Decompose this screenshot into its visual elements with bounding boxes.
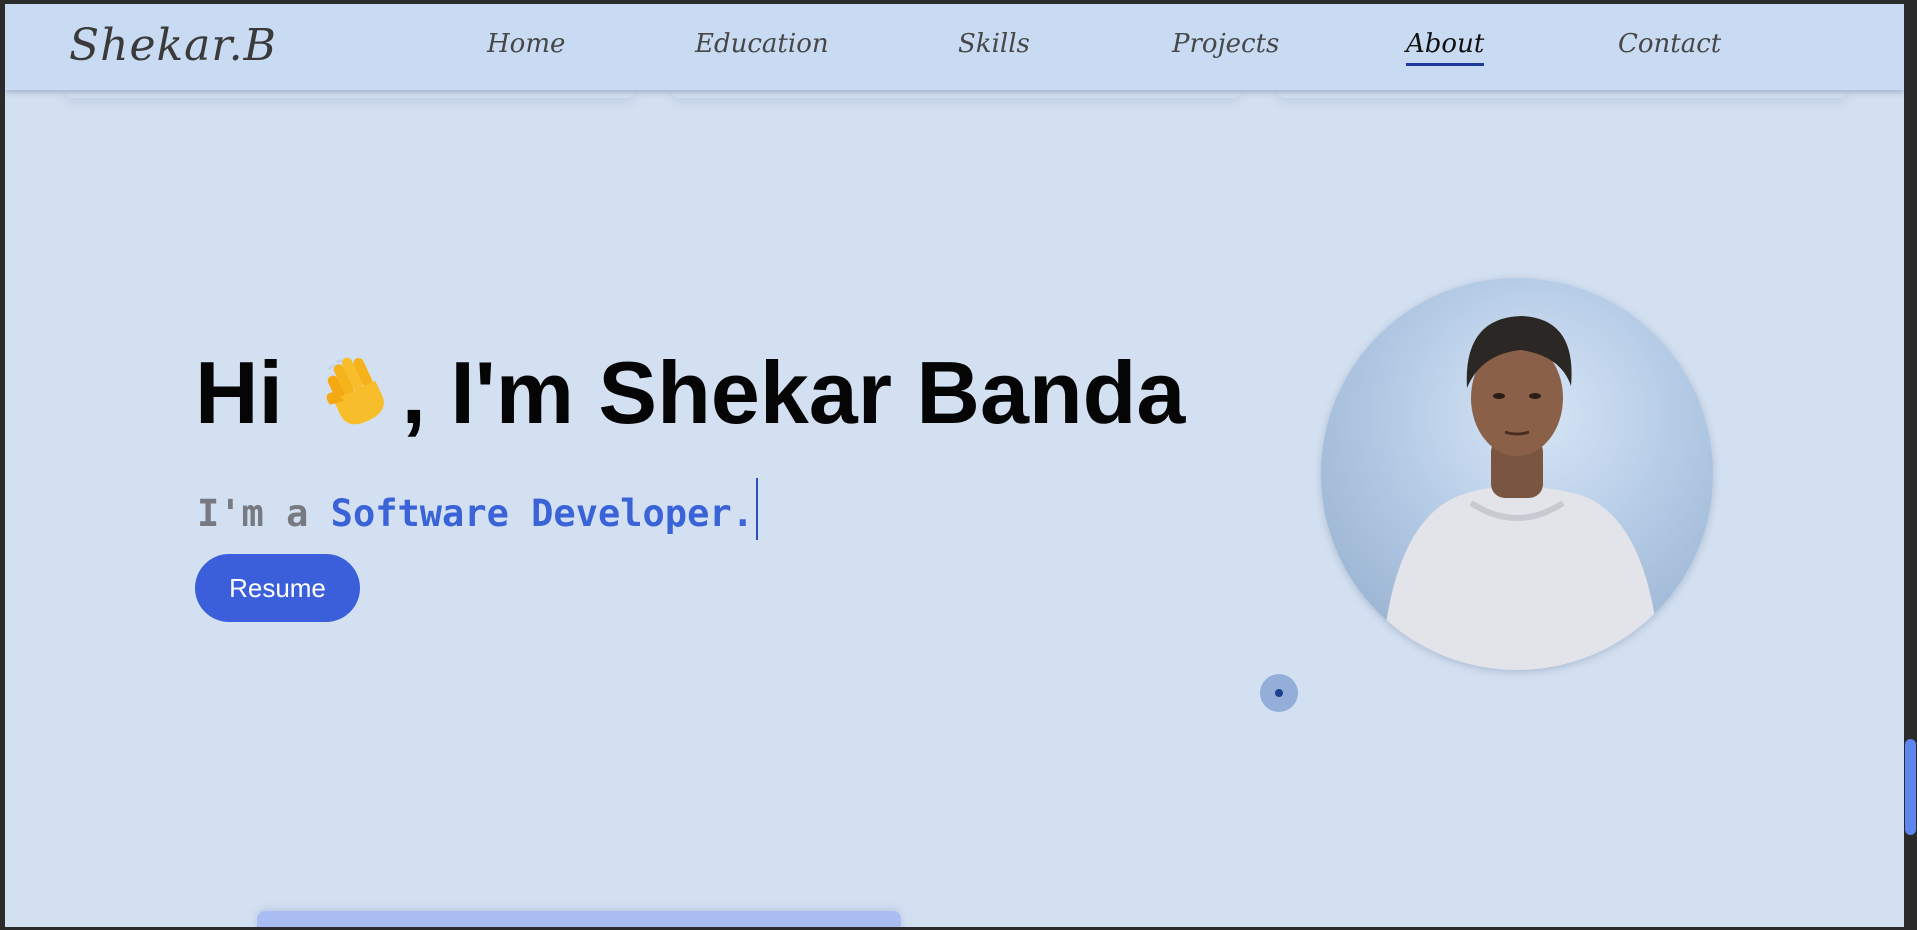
custom-cursor-icon [1260,674,1298,712]
card-shadow [671,90,1241,98]
top-navbar: Shekar.B Home Education Skills Projects … [5,4,1904,90]
subtitle-prefix: I'm a [197,492,309,535]
nav-link-skills[interactable]: Skills [958,29,1030,59]
nav-link-education[interactable]: Education [695,29,829,59]
card-shadow [1277,90,1847,98]
typing-caret [755,478,758,540]
subtitle-role: Software Developer. [330,492,754,535]
next-section-card [257,911,901,927]
nav-link-contact[interactable]: Contact [1618,29,1721,59]
hero-heading: Hi , I'm Shekar Banda [195,340,1185,446]
typed-subtitle: I'm a Software Developer. [197,478,758,540]
profile-photo [1321,278,1713,670]
person-portrait [1381,316,1661,670]
card-shadow [65,90,635,98]
nav-link-about[interactable]: About [1406,29,1485,66]
greeting-name: , I'm Shekar Banda [401,343,1186,442]
page-scrollbar-thumb[interactable] [1905,739,1916,835]
page-viewport: Shekar.B Home Education Skills Projects … [5,4,1904,927]
waving-hand-icon [327,357,385,425]
nav-link-home[interactable]: Home [487,29,565,59]
resume-button[interactable]: Resume [195,554,360,622]
nav-link-projects[interactable]: Projects [1172,29,1279,59]
brand-logo[interactable]: Shekar.B [69,20,277,71]
greeting-hi: Hi [195,343,283,442]
